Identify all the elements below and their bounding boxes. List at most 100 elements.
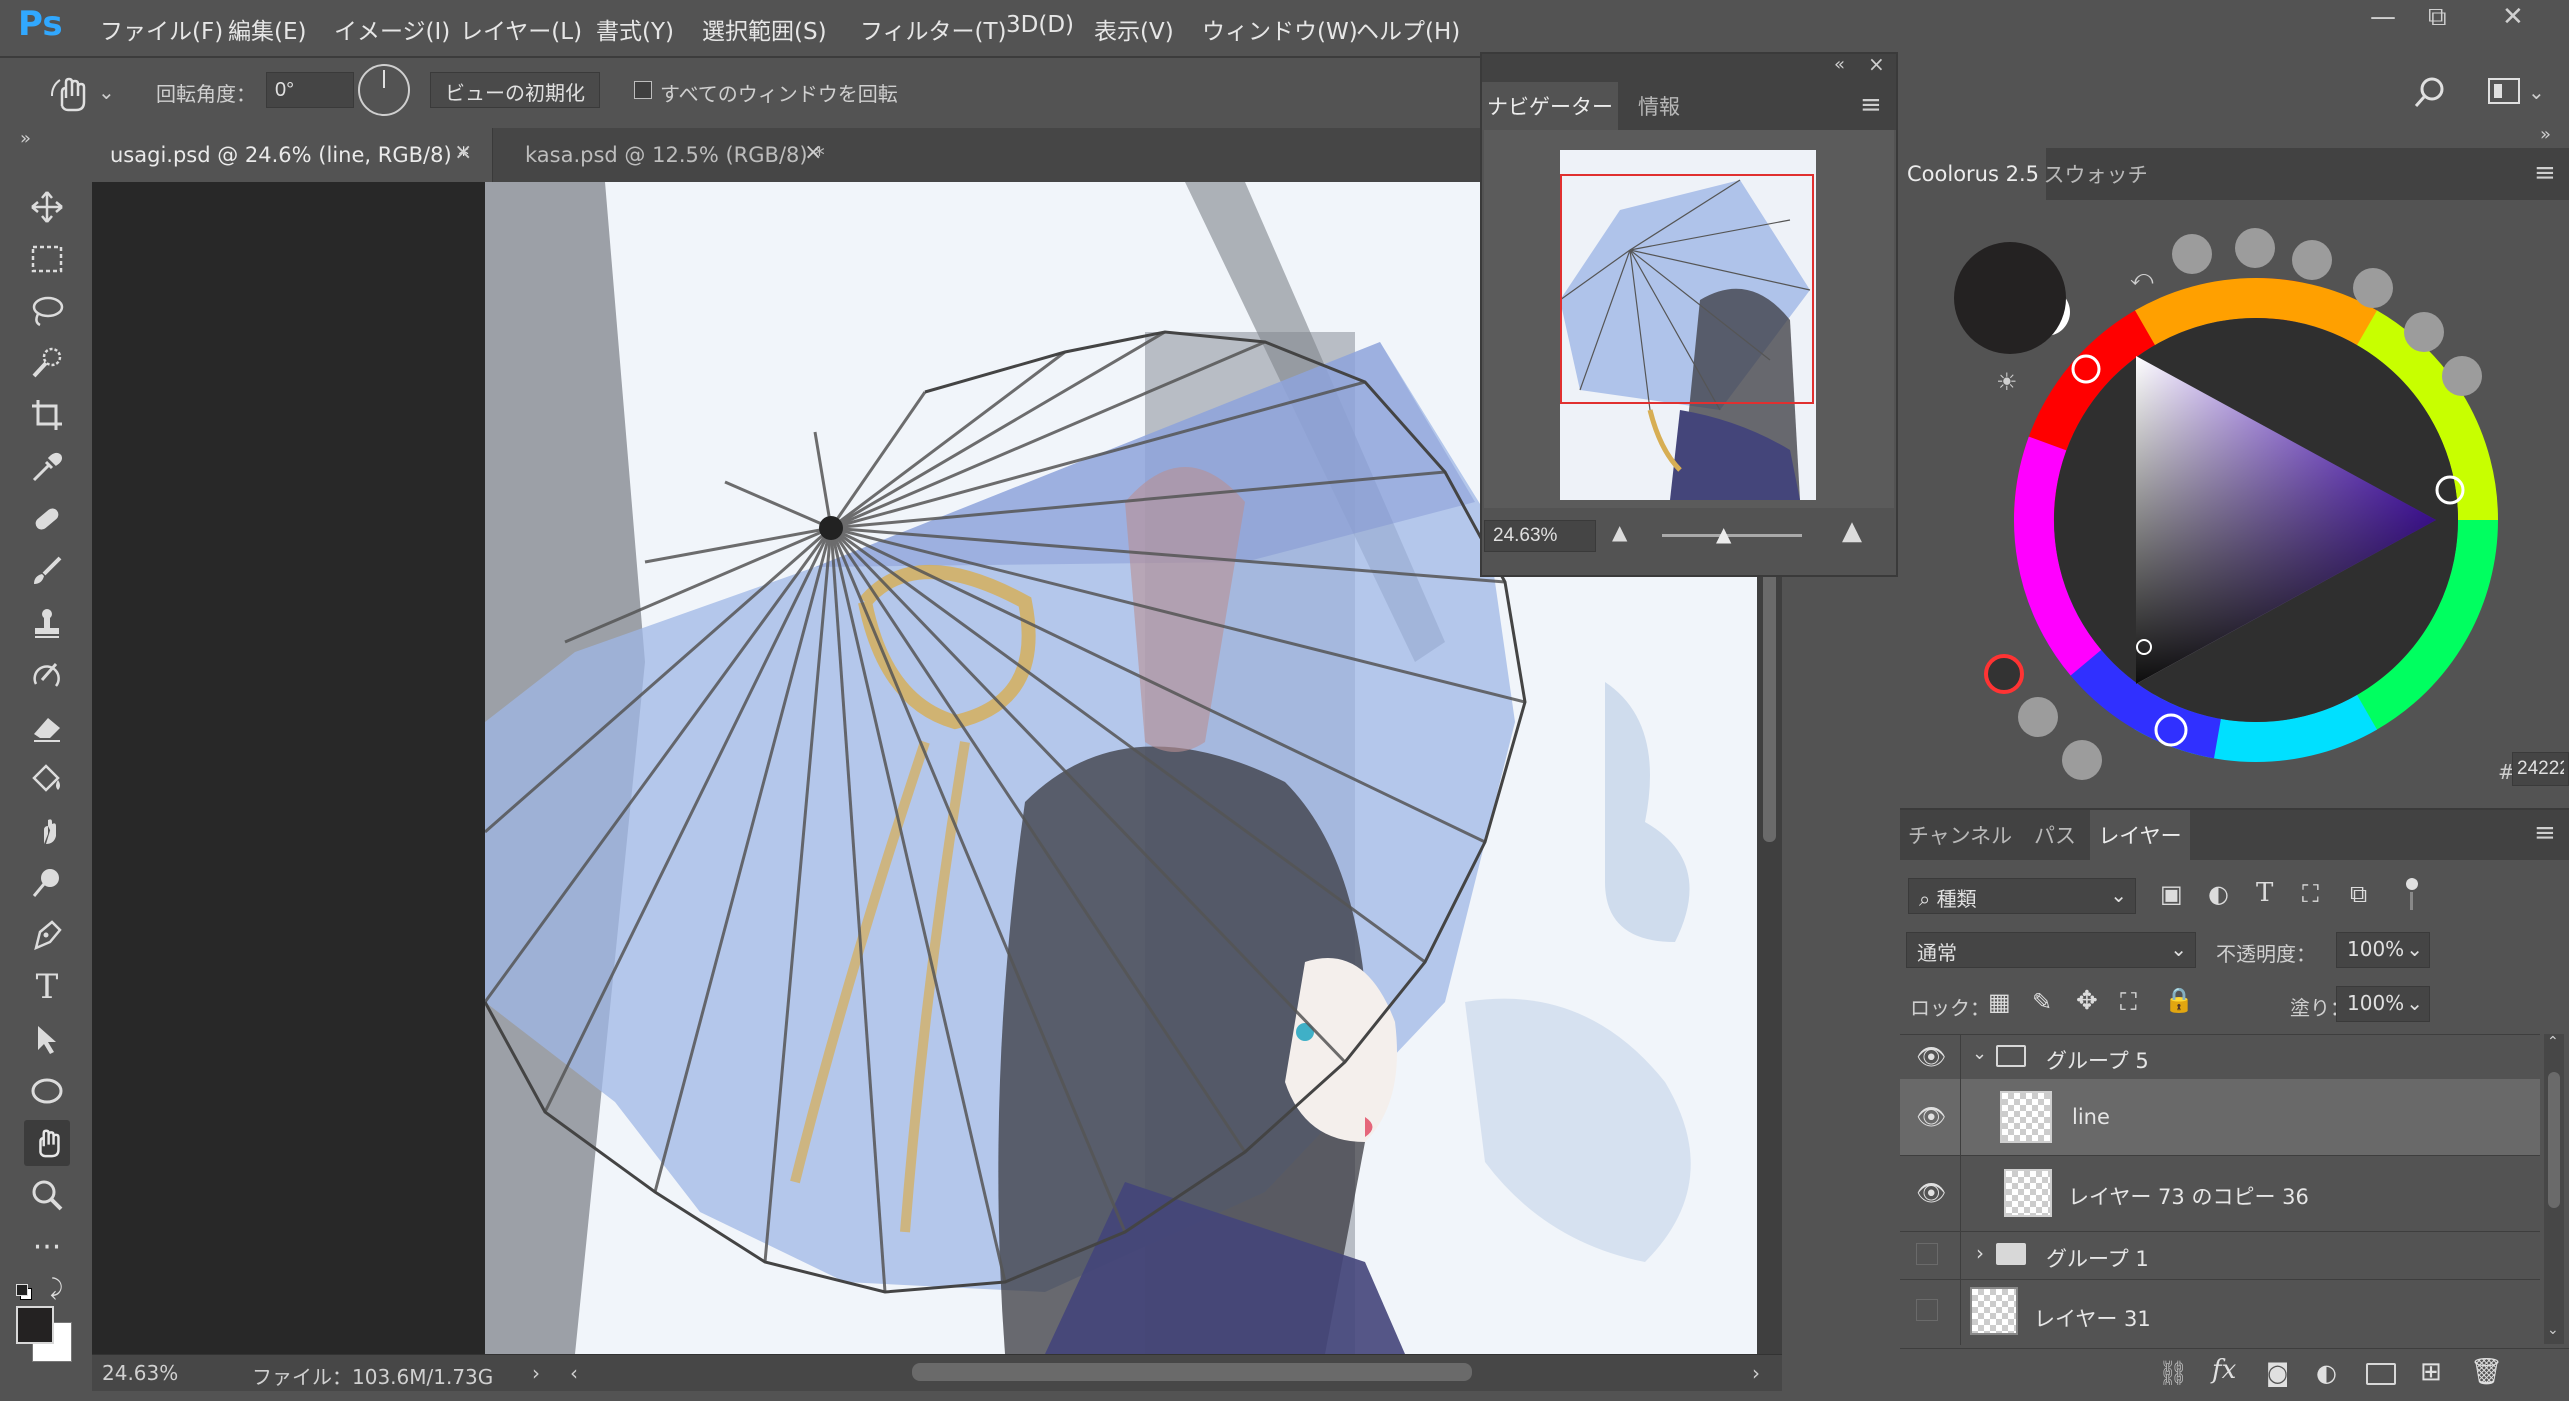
group-collapse-chevron-icon[interactable]: › [1976,1241,1984,1265]
brush-icon[interactable] [24,548,70,594]
navigator-view-box[interactable] [1560,174,1814,404]
more-icon[interactable]: ··· [24,1224,70,1270]
dodge-icon[interactable] [24,860,70,906]
lock-transparent-icon[interactable]: ▦ [1988,988,2011,1016]
crop-icon[interactable] [24,392,70,438]
menu-edit[interactable]: 編集(E) [228,12,306,46]
tab-layers[interactable]: レイヤー [2090,810,2190,860]
visibility-eye-icon[interactable]: 👁 [1916,1103,1946,1131]
navigator-zoom-slider-thumb[interactable]: ▲ [1716,522,1731,546]
scroll-up-icon[interactable]: ⌃ [2547,1034,2559,1050]
ellipse-icon[interactable] [24,1068,70,1114]
menu-image[interactable]: イメージ(I) [334,12,450,46]
horizontal-scroll-thumb[interactable] [912,1363,1472,1381]
status-zoom[interactable]: 24.63% [102,1361,178,1385]
opacity-input[interactable]: 100% ⌄ [2336,932,2430,968]
tab-info[interactable]: 情報 [1618,82,1700,130]
tab-paths[interactable]: パス [2020,810,2090,860]
rotate-view-icon[interactable] [24,1120,70,1166]
blend-mode-select[interactable]: 通常 ⌄ [1906,932,2196,968]
pen-icon[interactable] [24,912,70,958]
tab-swatch[interactable]: スウォッチ [2044,148,2149,200]
eyedropper-icon[interactable] [24,444,70,490]
adjustment-layer-icon[interactable]: ◐ [2316,1359,2337,1387]
workspace-chevron-icon[interactable]: ⌄ [2528,80,2545,104]
scroll-left-icon[interactable]: ‹ [570,1361,578,1385]
tab-kasa[interactable]: kasa.psd @ 12.5% (RGB/8) * [492,128,836,182]
add-mask-icon[interactable]: ◙ [2266,1359,2289,1387]
workspace-icon[interactable] [2488,78,2520,104]
menu-view[interactable]: 表示(V) [1094,12,1174,46]
filter-pixel-icon[interactable]: ▣ [2160,880,2183,908]
layers-panel-menu-icon[interactable]: ≡ [2534,818,2556,848]
new-group-icon[interactable] [2366,1363,2396,1385]
menu-select[interactable]: 選択範囲(S) [702,12,827,46]
rotate-all-windows-checkbox[interactable] [634,81,652,99]
quick-select-icon[interactable] [24,340,70,386]
restore-button[interactable]: ⧉ [2428,2,2447,33]
tab-navigator[interactable]: ナビゲーター [1482,82,1618,130]
layer-style-fx-icon[interactable]: fx [2212,1355,2236,1385]
navigator-zoom-slider[interactable] [1662,534,1802,537]
visibility-toggle-empty[interactable] [1916,1243,1938,1265]
smudge-icon[interactable] [24,808,70,854]
filter-adjustment-icon[interactable]: ◐ [2208,880,2229,908]
marquee-icon[interactable] [24,236,70,282]
rotate-angle-input[interactable] [266,72,354,108]
visibility-eye-icon[interactable]: 👁 [1916,1043,1946,1071]
tab-usagi-close-icon[interactable]: × [454,140,472,165]
menu-filter[interactable]: フィルター(T) [860,12,1007,46]
expand-toolbar-icon[interactable]: » [20,128,31,149]
bucket-icon[interactable] [24,756,70,802]
tab-usagi[interactable]: usagi.psd @ 24.6% (line, RGB/8) * [92,128,492,182]
filter-toggle[interactable] [2404,878,2418,912]
layer-row-copy-36[interactable]: 👁 レイヤー 73 のコピー 36 [1900,1155,2540,1232]
visibility-eye-icon[interactable]: 👁 [1916,1179,1946,1207]
menu-3d[interactable]: 3D(D) [1006,12,1074,38]
layer-row-layer-31[interactable]: レイヤー 31 [1900,1279,2540,1345]
default-colors-icon[interactable] [16,1284,32,1300]
menu-window[interactable]: ウィンドウ(W) [1202,12,1358,46]
fill-input[interactable]: 100% ⌄ [2336,986,2430,1022]
scroll-right-icon[interactable]: › [1752,1361,1760,1385]
new-layer-icon[interactable]: ⊞ [2420,1357,2442,1387]
lock-all-icon[interactable]: 🔒 [2164,986,2194,1014]
rotation-dial[interactable] [358,64,410,116]
history-brush-icon[interactable] [24,652,70,698]
reset-view-button[interactable]: ビューの初期化 [430,72,600,108]
layer-list-scroll-thumb[interactable] [2548,1072,2560,1208]
layer-list-scrollbar[interactable]: ⌃ ⌄ [2544,1034,2564,1344]
swap-colors-icon[interactable]: ⤸ [50,1276,63,1301]
tab-channels[interactable]: チャンネル [1900,810,2020,860]
zoom-icon[interactable] [24,1172,70,1218]
navigator-thumbnail[interactable] [1560,150,1816,500]
zoom-out-icon[interactable]: ▲ [1612,520,1627,544]
lasso-icon[interactable] [24,288,70,334]
tab-coolorus[interactable]: Coolorus 2.5 [1900,148,2046,200]
color-wheel-widget[interactable]: ⤺ ☀ [1900,200,2569,800]
tab-kasa-close-icon[interactable]: × [804,140,822,165]
layer-filter-select[interactable]: ⌕ 種類 ⌄ [1908,878,2136,914]
close-button[interactable]: ✕ [2502,2,2524,32]
eraser-icon[interactable] [24,704,70,750]
layer-row-group-1[interactable]: › グループ 1 [1900,1231,2540,1280]
menu-layer[interactable]: レイヤー(L) [460,12,582,46]
lock-pixels-icon[interactable]: ✎ [2032,988,2052,1016]
menu-help[interactable]: ヘルプ(H) [1356,12,1460,46]
navigator-zoom-input[interactable] [1484,520,1596,552]
navigator-close-icon[interactable]: × [1868,52,1885,76]
hex-input[interactable] [2512,752,2569,786]
search-icon[interactable] [2412,74,2448,110]
delete-layer-icon[interactable]: 🗑 [2470,1357,2503,1387]
preset-chevron-icon[interactable]: ⌄ [98,80,115,104]
move-icon[interactable] [24,184,70,230]
lock-position-icon[interactable]: ✥ [2076,986,2098,1016]
zoom-in-icon[interactable]: ▲ [1842,516,1862,546]
healing-icon[interactable] [24,496,70,542]
path-select-icon[interactable] [24,1016,70,1062]
foreground-color-swatch[interactable] [16,1306,54,1344]
minimize-button[interactable]: — [2370,2,2396,32]
collapse-panels-icon[interactable]: » [2540,124,2551,145]
lock-artboard-icon[interactable]: ⛶ [2120,988,2137,1016]
menu-file[interactable]: ファイル(F) [100,12,223,46]
